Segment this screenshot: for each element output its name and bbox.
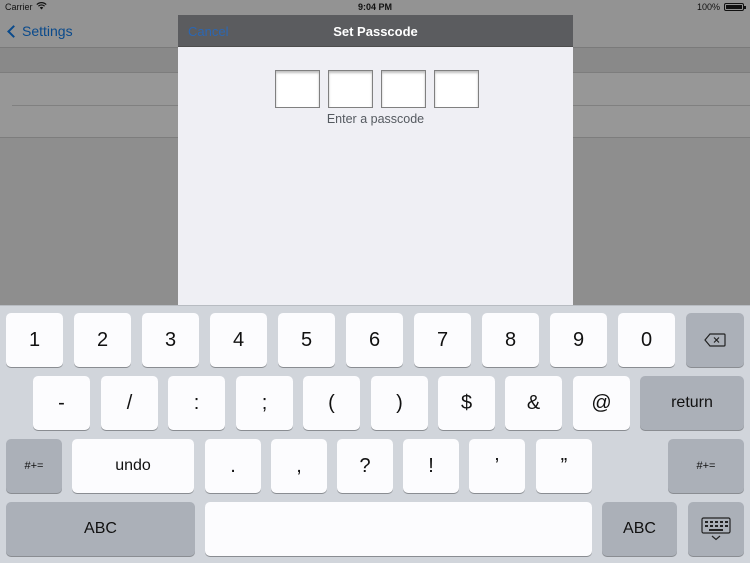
key-7[interactable]: 7 (414, 313, 471, 367)
key-0[interactable]: 0 (618, 313, 675, 367)
passcode-digit-box[interactable] (328, 70, 373, 108)
backspace-icon (704, 333, 726, 347)
space-key[interactable] (205, 502, 592, 556)
keyboard-dismiss-icon (701, 517, 731, 541)
passcode-digit-box[interactable] (275, 70, 320, 108)
key-dollar[interactable]: $ (438, 376, 495, 430)
abc-key-left[interactable]: ABC (6, 502, 195, 556)
status-right: 100% (696, 2, 746, 12)
key-close-paren[interactable]: ) (371, 376, 428, 430)
key-period[interactable]: . (205, 439, 261, 493)
chevron-left-icon (7, 24, 20, 38)
battery-icon (724, 3, 746, 11)
key-9[interactable]: 9 (550, 313, 607, 367)
key-3[interactable]: 3 (142, 313, 199, 367)
key-exclamation[interactable]: ! (403, 439, 459, 493)
battery-level-fill (726, 5, 742, 9)
backspace-key[interactable] (686, 313, 744, 367)
passcode-digit-box[interactable] (381, 70, 426, 108)
set-passcode-modal: Cancel Set Passcode Enter a passcode (178, 15, 573, 305)
key-4[interactable]: 4 (210, 313, 267, 367)
key-comma[interactable]: , (271, 439, 327, 493)
abc-key-right[interactable]: ABC (602, 502, 677, 556)
key-colon[interactable]: : (168, 376, 225, 430)
key-1[interactable]: 1 (6, 313, 63, 367)
modal-navbar: Cancel Set Passcode (178, 15, 573, 47)
modal-title: Set Passcode (333, 24, 418, 39)
key-semicolon[interactable]: ; (236, 376, 293, 430)
status-time: 9:04 PM (357, 2, 392, 12)
settings-back-button[interactable]: Settings (6, 23, 73, 39)
passcode-prompt: Enter a passcode (326, 112, 425, 126)
key-2[interactable]: 2 (74, 313, 131, 367)
key-quote[interactable]: ” (536, 439, 592, 493)
passcode-field[interactable] (275, 70, 479, 108)
key-hyphen[interactable]: - (33, 376, 90, 430)
keyboard: 1 2 3 4 5 6 7 8 9 0 - / : ; ( ) $ & @ re… (0, 305, 750, 563)
more-symbols-key-left[interactable]: #+= (6, 439, 62, 493)
key-slash[interactable]: / (101, 376, 158, 430)
status-bar: Carrier 9:04 PM 100% (0, 0, 750, 15)
passcode-digit-box[interactable] (434, 70, 479, 108)
key-at[interactable]: @ (573, 376, 630, 430)
key-8[interactable]: 8 (482, 313, 539, 367)
return-key[interactable]: return (640, 376, 744, 430)
key-apostrophe[interactable]: ’ (469, 439, 525, 493)
key-6[interactable]: 6 (346, 313, 403, 367)
battery-percent: 100% (696, 2, 720, 12)
key-question[interactable]: ? (337, 439, 393, 493)
key-5[interactable]: 5 (278, 313, 335, 367)
undo-key[interactable]: undo (72, 439, 194, 493)
back-button-label: Settings (22, 23, 73, 39)
key-ampersand[interactable]: & (505, 376, 562, 430)
more-symbols-key-right[interactable]: #+= (668, 439, 744, 493)
dismiss-keyboard-key[interactable] (688, 502, 744, 556)
key-open-paren[interactable]: ( (303, 376, 360, 430)
